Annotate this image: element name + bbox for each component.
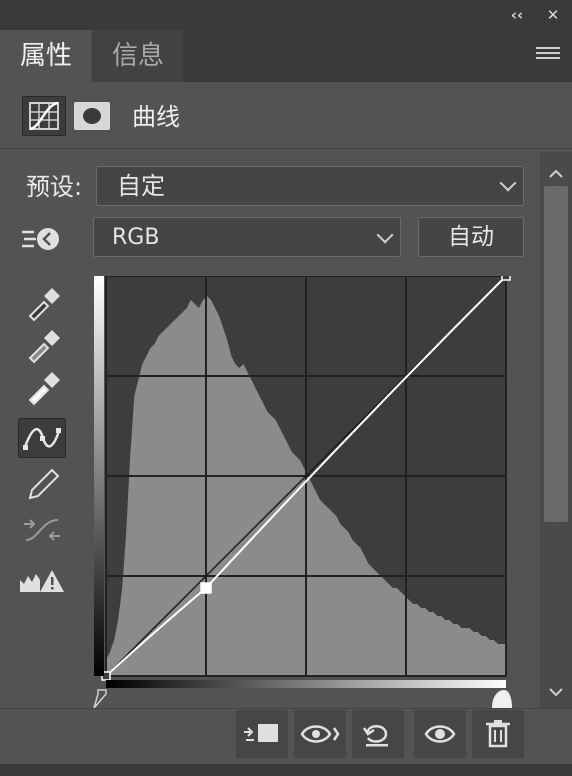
panel-footer (0, 764, 572, 776)
panel-menu-icon[interactable] (534, 44, 562, 66)
channel-value: RGB (112, 225, 160, 250)
scroll-thumb[interactable] (544, 186, 568, 522)
clipping-warning-icon[interactable] (18, 562, 66, 602)
output-gradient-bar (94, 276, 104, 676)
preset-dropdown[interactable]: 自定 (96, 166, 524, 206)
view-previous-state-icon[interactable] (294, 710, 346, 758)
reset-icon[interactable] (352, 710, 404, 758)
divider (0, 148, 572, 149)
preset-value: 自定 (117, 172, 165, 200)
edit-points-curve-tool-icon[interactable] (18, 418, 66, 458)
toggle-visibility-icon[interactable] (414, 710, 466, 758)
chevron-down-icon (376, 226, 394, 244)
auto-button[interactable]: 自动 (418, 217, 524, 257)
scroll-up-icon[interactable] (549, 164, 563, 183)
smooth-curve-icon[interactable] (18, 510, 66, 550)
panel-title: 曲线 (132, 103, 180, 131)
curves-adjustment-icon[interactable] (22, 96, 66, 136)
channel-dropdown[interactable]: RGB (93, 217, 401, 257)
gray-point-eyedropper-icon[interactable] (18, 324, 66, 364)
tab-info[interactable]: 信息 (93, 30, 183, 82)
curve-control-point[interactable] (501, 276, 511, 281)
pencil-tool-icon[interactable] (18, 464, 66, 504)
close-icon[interactable]: ✕ (542, 5, 564, 25)
panel-top-strip (0, 0, 572, 30)
black-input-slider[interactable] (93, 689, 107, 708)
delete-icon[interactable] (472, 710, 524, 758)
curves-graph[interactable] (92, 276, 512, 708)
collapse-panel-icon[interactable]: ‹‹ (506, 5, 528, 25)
input-gradient-bar (106, 680, 506, 688)
layer-mask-icon[interactable] (74, 102, 110, 130)
white-point-eyedropper-icon[interactable] (18, 366, 66, 406)
chevron-down-icon (499, 174, 517, 192)
preset-label: 预设: (26, 173, 83, 201)
target-adjustment-icon[interactable] (20, 224, 64, 254)
white-input-slider[interactable] (492, 690, 512, 708)
black-point-eyedropper-icon[interactable] (18, 282, 66, 322)
tab-properties[interactable]: 属性 (0, 30, 92, 82)
clip-to-layer-icon[interactable] (236, 710, 288, 758)
scroll-down-icon[interactable] (549, 682, 563, 701)
curve-control-point[interactable] (200, 582, 212, 594)
